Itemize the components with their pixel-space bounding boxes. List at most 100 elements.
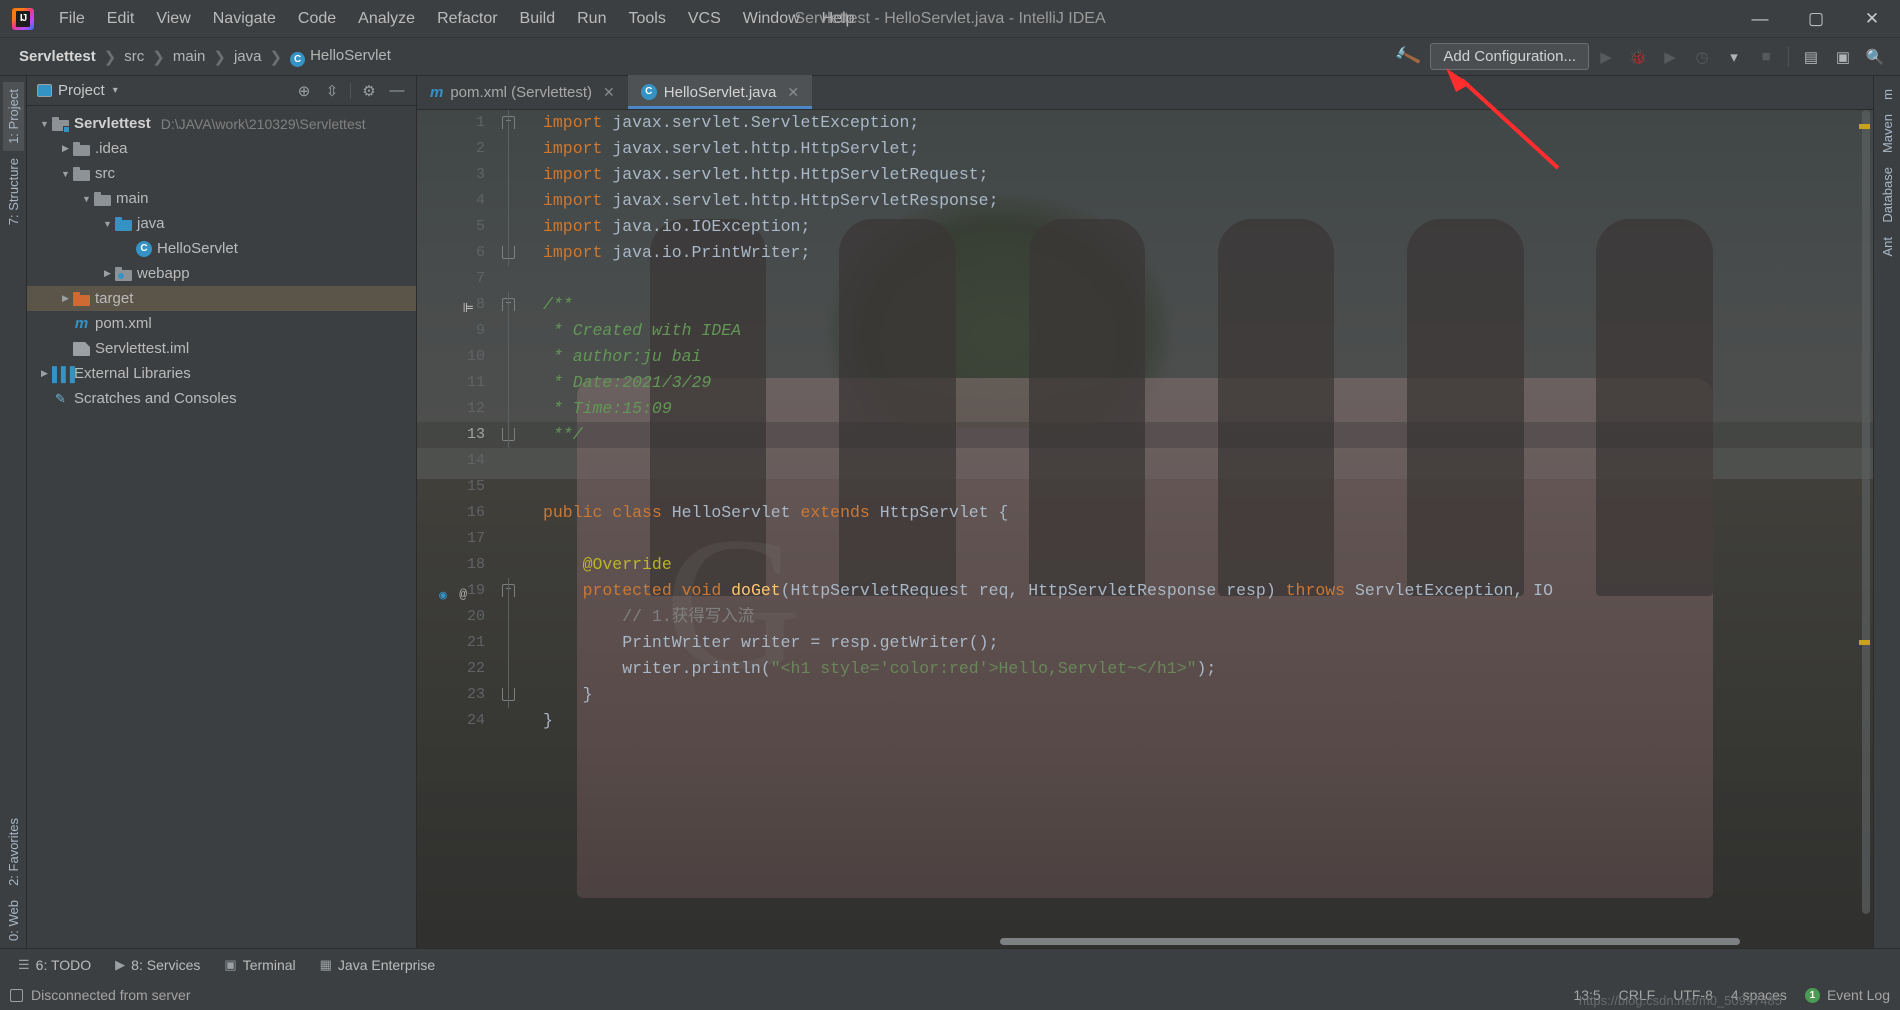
menu-window[interactable]: Window bbox=[732, 4, 811, 34]
tree-node-target[interactable]: ▶ target bbox=[27, 286, 416, 311]
tool-window-database[interactable]: Database bbox=[1877, 160, 1898, 230]
tool-window-web[interactable]: 0: Web bbox=[3, 893, 24, 948]
tool-window-maven[interactable]: Maven bbox=[1877, 107, 1898, 160]
close-icon[interactable]: ✕ bbox=[787, 84, 799, 101]
code-line[interactable] bbox=[537, 266, 1873, 292]
code-line[interactable]: @Override bbox=[537, 552, 1873, 578]
code-line[interactable]: protected void doGet(HttpServletRequest … bbox=[537, 578, 1873, 604]
code-line[interactable]: writer.println("<h1 style='color:red'>He… bbox=[537, 656, 1873, 682]
search-icon[interactable]: 🔍 bbox=[1860, 43, 1890, 71]
debug-icon[interactable]: 🐞 bbox=[1623, 43, 1653, 71]
menu-help[interactable]: Help bbox=[811, 4, 866, 34]
menu-tools[interactable]: Tools bbox=[617, 4, 676, 34]
breadcrumb-item-java[interactable]: java bbox=[229, 46, 267, 67]
editor-tab-pomxml[interactable]: m pom.xml (Servlettest) ✕ bbox=[417, 75, 628, 109]
bottom-tab-services[interactable]: ▶ 8: Services bbox=[105, 953, 210, 977]
code-editor[interactable]: G 1−2345678−⊫910111213141516171819−@◉202… bbox=[417, 110, 1873, 948]
run-with-coverage-icon[interactable]: ▶ bbox=[1655, 43, 1685, 71]
code-line[interactable]: * Date:2021/3/29 bbox=[537, 370, 1873, 396]
chevron-down-icon[interactable]: ▼ bbox=[58, 169, 73, 179]
tree-node-src[interactable]: ▼ src bbox=[27, 161, 416, 186]
menu-refactor[interactable]: Refactor bbox=[426, 4, 508, 34]
chevron-down-icon[interactable]: ▼ bbox=[37, 119, 52, 129]
close-icon[interactable]: ✕ bbox=[603, 84, 615, 101]
code-line[interactable]: import javax.servlet.http.HttpServletReq… bbox=[537, 162, 1873, 188]
menu-code[interactable]: Code bbox=[287, 4, 347, 34]
menu-analyze[interactable]: Analyze bbox=[347, 4, 426, 34]
maximize-button[interactable]: ▢ bbox=[1788, 0, 1844, 38]
breadcrumb-item-servlettest[interactable]: Servlettest bbox=[14, 46, 101, 67]
breadcrumb-item-helloservlet[interactable]: C HelloServlet bbox=[285, 45, 396, 69]
tree-node-scratchesandconsoles[interactable]: ·✎ Scratches and Consoles bbox=[27, 386, 416, 411]
gear-icon[interactable]: ⚙ bbox=[356, 79, 382, 103]
tree-node-main[interactable]: ▼ main bbox=[27, 186, 416, 211]
profile-icon[interactable]: ◷ bbox=[1687, 43, 1717, 71]
close-button[interactable]: ✕ bbox=[1844, 0, 1900, 38]
editor-vertical-scrollbar[interactable] bbox=[1859, 110, 1873, 948]
tree-node-servlettest[interactable]: ▼ Servlettest D:\JAVA\work\210329\Servlett… bbox=[27, 111, 416, 136]
bottom-tab-terminal[interactable]: ▣ Terminal bbox=[214, 953, 305, 977]
code-line[interactable]: } bbox=[537, 708, 1873, 734]
tree-node-helloservlet[interactable]: ·C HelloServlet bbox=[27, 236, 416, 261]
menu-build[interactable]: Build bbox=[509, 4, 567, 34]
menu-navigate[interactable]: Navigate bbox=[202, 4, 287, 34]
tool-window-ant[interactable]: Ant bbox=[1877, 230, 1898, 264]
tree-node-webapp[interactable]: ▶ webapp bbox=[27, 261, 416, 286]
breadcrumb-item-src[interactable]: src bbox=[119, 46, 149, 67]
breadcrumb-item-main[interactable]: main bbox=[168, 46, 211, 67]
code-line[interactable]: } bbox=[537, 682, 1873, 708]
code-line[interactable] bbox=[537, 448, 1873, 474]
chevron-right-icon[interactable]: ▶ bbox=[100, 268, 115, 279]
code-line[interactable]: * Created with IDEA bbox=[537, 318, 1873, 344]
menu-run[interactable]: Run bbox=[566, 4, 617, 34]
code-line[interactable]: // 1.获得写入流 bbox=[537, 604, 1873, 630]
code-line[interactable]: * author:ju bai bbox=[537, 344, 1873, 370]
tool-window-m[interactable]: m bbox=[1877, 82, 1898, 107]
code-line[interactable]: /** bbox=[537, 292, 1873, 318]
locate-icon[interactable]: ⊕ bbox=[291, 79, 317, 103]
project-tree[interactable]: ▼ Servlettest D:\JAVA\work\210329\Servlett… bbox=[27, 106, 416, 948]
code-line[interactable] bbox=[537, 474, 1873, 500]
build-icon[interactable]: 🔨 bbox=[1384, 38, 1431, 75]
collapse-all-icon[interactable]: ⇳ bbox=[319, 79, 345, 103]
chevron-down-icon[interactable]: ▾ bbox=[1719, 43, 1749, 71]
code-line[interactable] bbox=[537, 526, 1873, 552]
editor-gutter[interactable]: 1−2345678−⊫910111213141516171819−@◉20212… bbox=[417, 110, 1873, 948]
code-line[interactable]: import java.io.IOException; bbox=[537, 214, 1873, 240]
chevron-down-icon[interactable]: ▼ bbox=[100, 219, 115, 229]
chevron-right-icon[interactable]: ▶ bbox=[58, 293, 73, 304]
tree-node-servlettestiml[interactable]: · Servlettest.iml bbox=[27, 336, 416, 361]
code-lines[interactable]: import javax.servlet.ServletException; im… bbox=[537, 110, 1873, 948]
chevron-down-icon[interactable]: ▼ bbox=[79, 194, 94, 204]
hide-icon[interactable]: — bbox=[384, 79, 410, 103]
tool-window-project[interactable]: 1: Project bbox=[2, 82, 24, 151]
menu-file[interactable]: File bbox=[48, 4, 96, 34]
chevron-right-icon[interactable]: ▶ bbox=[37, 368, 52, 379]
menu-vcs[interactable]: VCS bbox=[677, 4, 732, 34]
minimize-button[interactable]: — bbox=[1732, 0, 1788, 38]
event-log-button[interactable]: 1 Event Log bbox=[1804, 987, 1890, 1003]
hscroll-thumb[interactable] bbox=[999, 938, 1740, 945]
code-line[interactable]: import java.io.PrintWriter; bbox=[537, 240, 1873, 266]
tree-node-externallibraries[interactable]: ▶ ▌▌▌ External Libraries bbox=[27, 361, 416, 386]
tool-window-structure[interactable]: 7: Structure bbox=[3, 151, 24, 232]
code-line[interactable]: * Time:15:09 bbox=[537, 396, 1873, 422]
stop-icon[interactable]: ■ bbox=[1751, 43, 1781, 71]
chevron-right-icon[interactable]: ▶ bbox=[58, 143, 73, 154]
editor-tab-helloservletjava[interactable]: C HelloServlet.java ✕ bbox=[627, 75, 813, 109]
bottom-tab-todo[interactable]: ☰ 6: TODO bbox=[8, 953, 101, 977]
code-line[interactable]: **/ bbox=[537, 422, 1873, 448]
code-line[interactable]: import javax.servlet.ServletException; bbox=[537, 110, 1873, 136]
tool-window-favorites[interactable]: 2: Favorites bbox=[3, 811, 24, 893]
menu-edit[interactable]: Edit bbox=[96, 4, 146, 34]
tree-node-java[interactable]: ▼ java bbox=[27, 211, 416, 236]
layout-icon[interactable]: ▣ bbox=[1828, 43, 1858, 71]
tree-node-pomxml[interactable]: ·m pom.xml bbox=[27, 311, 416, 336]
code-line[interactable]: public class HelloServlet extends HttpSe… bbox=[537, 500, 1873, 526]
vscroll-thumb[interactable] bbox=[1862, 110, 1870, 915]
run-icon[interactable]: ▶ bbox=[1591, 43, 1621, 71]
project-structure-icon[interactable]: ▤ bbox=[1796, 43, 1826, 71]
tree-node-idea[interactable]: ▶ .idea bbox=[27, 136, 416, 161]
editor-horizontal-scrollbar[interactable] bbox=[537, 935, 1859, 948]
add-configuration-button[interactable]: Add Configuration... bbox=[1430, 43, 1589, 70]
